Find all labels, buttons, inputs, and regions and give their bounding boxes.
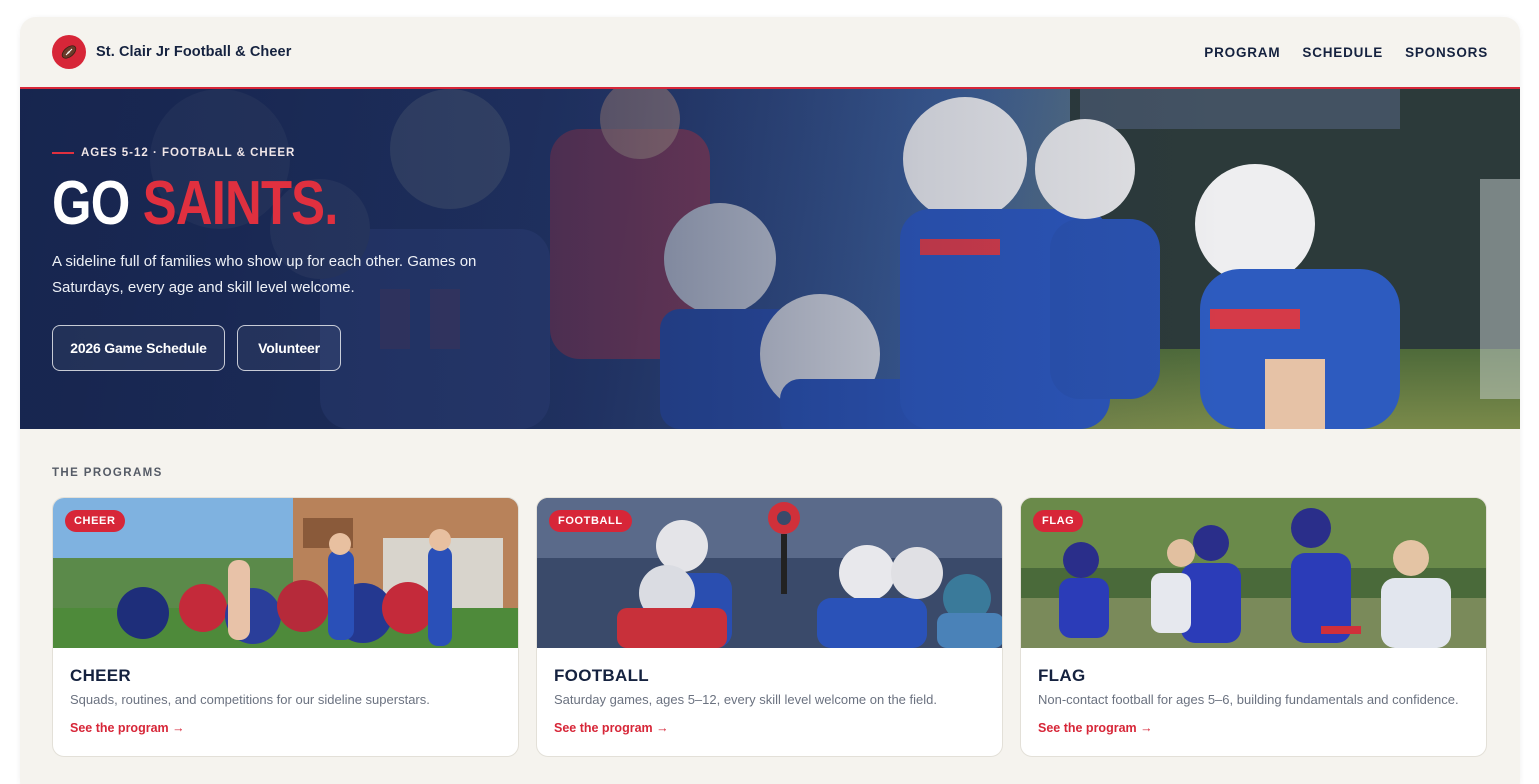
volunteer-button[interactable]: Volunteer [237,325,341,371]
card-desc-football: Saturday games, ages 5–12, every skill l… [554,692,937,707]
tag-cheer: CHEER [65,510,125,532]
cheer-photo: CHEER [53,498,518,648]
tag-flag: FLAG [1033,510,1084,532]
nav-link-schedule[interactable]: SCHEDULE [1302,45,1383,60]
hero-lead: A sideline full of families who show up … [52,253,477,296]
football-icon[interactable] [52,35,86,69]
see-program-link-cheer[interactable]: See the program → [70,721,185,735]
program-card-football[interactable]: FOOTBALL FOOTBALL Saturday games, ages 5… [536,497,1003,757]
programs-section-label: THE PROGRAMS [52,467,163,479]
football-photo: FOOTBALL [537,498,1002,648]
card-title-flag: FLAG [1038,666,1086,685]
flag-photo: FLAG [1021,498,1486,648]
program-cards: CHEER CHEER Squads, routines, and compet… [52,497,1487,757]
tag-football: FOOTBALL [549,510,632,532]
hero-eyebrow: AGES 5-12 · FOOTBALL & CHEER [52,147,295,159]
game-schedule-button[interactable]: 2026 Game Schedule [52,325,225,371]
nav-link-sponsors[interactable]: SPONSORS [1405,45,1488,60]
brand-name[interactable]: St. Clair Jr Football & Cheer [96,44,291,60]
hero-banner: AGES 5-12 · FOOTBALL & CHEER GO SAINTS. … [20,89,1520,429]
card-title-football: FOOTBALL [554,666,649,685]
headline-saints: SAINTS. [142,169,339,238]
hero-headline: GO SAINTS. [52,169,338,239]
card-title-cheer: CHEER [70,666,132,685]
see-program-link-flag[interactable]: See the program → [1038,721,1153,735]
nav-links: PROGRAM SCHEDULE SPONSORS [1204,45,1488,60]
program-card-flag[interactable]: FLAG FLAG Non-contact football for ages … [1020,497,1487,757]
page-frame: St. Clair Jr Football & Cheer PROGRAM SC… [20,17,1520,784]
top-nav: St. Clair Jr Football & Cheer PROGRAM SC… [20,17,1520,89]
see-program-link-football[interactable]: See the program → [554,721,669,735]
nav-link-program[interactable]: PROGRAM [1204,45,1280,60]
card-desc-flag: Non-contact football for ages 5–6, build… [1038,692,1459,707]
headline-go: GO [52,169,130,238]
eyebrow-text: AGES 5-12 · FOOTBALL & CHEER [81,147,296,159]
program-card-cheer[interactable]: CHEER CHEER Squads, routines, and compet… [52,497,519,757]
eyebrow-rule [52,152,74,154]
card-desc-cheer: Squads, routines, and competitions for o… [70,692,430,707]
